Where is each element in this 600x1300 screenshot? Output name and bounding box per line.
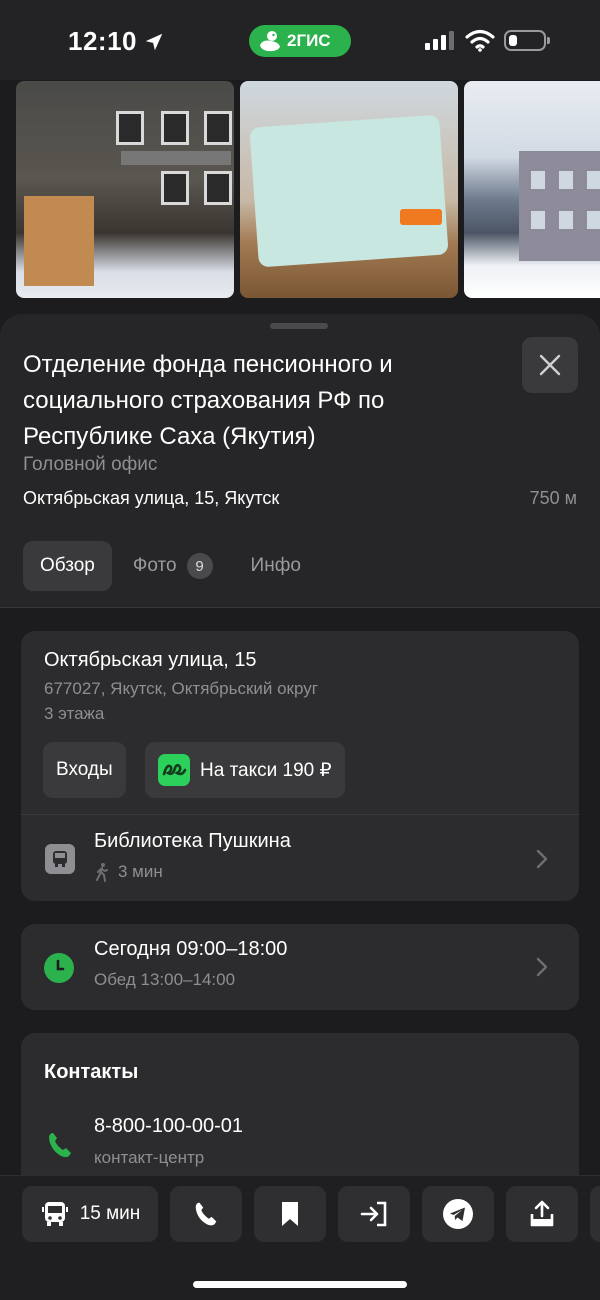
place-title: Отделение фонда пенсионного и социальног… bbox=[23, 351, 393, 450]
bookmark-icon bbox=[282, 1202, 298, 1226]
street-address: Октябрьская улица, 15 bbox=[44, 649, 257, 671]
phone-note: контакт-центр bbox=[94, 1148, 204, 1168]
sheet-grabber[interactable] bbox=[270, 323, 328, 329]
hours-today: Сегодня 09:00–18:00 bbox=[94, 938, 288, 960]
photo-building-entrance[interactable] bbox=[16, 81, 234, 298]
call-button[interactable] bbox=[170, 1186, 242, 1242]
app-badge-2gis[interactable]: 2ГИС bbox=[249, 25, 351, 57]
enter-icon bbox=[360, 1201, 387, 1227]
photo-product-package[interactable] bbox=[240, 81, 458, 298]
entrance-button[interactable] bbox=[338, 1186, 410, 1242]
bookmark-button[interactable] bbox=[254, 1186, 326, 1242]
bus-stop-icon bbox=[45, 844, 75, 874]
status-bar: 12:10 2ГИС bbox=[0, 0, 600, 80]
cellular-signal-icon bbox=[425, 30, 454, 50]
close-button[interactable] bbox=[522, 337, 578, 393]
taxi-button[interactable]: На такси 190 ₽ bbox=[145, 742, 345, 798]
clock-icon bbox=[44, 953, 74, 983]
photo-count-badge: 9 bbox=[186, 553, 213, 579]
route-button[interactable]: 15 мин bbox=[22, 1186, 158, 1242]
place-sheet: Отделение фонда пенсионного и социальног… bbox=[0, 314, 600, 1300]
lunch-break: Обед 13:00–14:00 bbox=[94, 970, 235, 990]
phone-icon bbox=[49, 1133, 71, 1158]
tab-photos-label: Фото bbox=[132, 555, 177, 576]
entrances-button[interactable]: Входы bbox=[43, 742, 126, 798]
chevron-right-icon bbox=[536, 957, 548, 977]
home-indicator[interactable] bbox=[193, 1281, 407, 1288]
floors-count: 3 этажа bbox=[44, 704, 105, 723]
time-text: 12:10 bbox=[68, 26, 137, 56]
place-subtitle: Головной офис bbox=[23, 454, 158, 475]
stop-name: Библиотека Пушкина bbox=[94, 830, 291, 852]
place-distance: 750 м bbox=[529, 488, 577, 508]
walk-time-text: 3 мин bbox=[118, 862, 163, 881]
photo-strip[interactable] bbox=[16, 81, 600, 298]
close-icon bbox=[539, 354, 561, 376]
tab-info-label: Инфо bbox=[250, 555, 301, 576]
card-divider bbox=[21, 814, 579, 815]
location-arrow-icon bbox=[145, 33, 163, 50]
tab-photos[interactable]: Фото 9 bbox=[116, 541, 230, 591]
taxi-logo-icon bbox=[158, 754, 190, 786]
share-icon bbox=[530, 1200, 554, 1227]
taxi-label: На такси 190 ₽ bbox=[200, 759, 332, 781]
tab-overview[interactable]: Обзор bbox=[23, 541, 112, 591]
stop-walk-time: 3 мин bbox=[94, 862, 163, 882]
tab-overview-label: Обзор bbox=[40, 555, 95, 576]
postal-address: 677027, Якутск, Октябрьский округ bbox=[44, 679, 318, 698]
entrances-label: Входы bbox=[56, 759, 113, 780]
lunch-text: Обед 13:00–14:00 bbox=[94, 970, 236, 989]
tab-info[interactable]: Инфо bbox=[234, 541, 318, 591]
opening-hours-card[interactable]: Сегодня 09:00–18:00 Обед 13:00–14:00 bbox=[21, 924, 579, 1010]
route-time-label: 15 мин bbox=[79, 1203, 141, 1224]
wifi-icon bbox=[465, 29, 495, 52]
clock-time: 12:10 bbox=[68, 26, 165, 57]
phone-number: 8-800-100-00-01 bbox=[94, 1115, 243, 1137]
walk-icon bbox=[96, 863, 108, 882]
more-button[interactable] bbox=[590, 1186, 600, 1242]
share-button[interactable] bbox=[506, 1186, 578, 1242]
photo-building-winter[interactable] bbox=[464, 81, 600, 298]
app-badge-label: 2ГИС bbox=[287, 31, 331, 50]
chevron-right-icon bbox=[536, 849, 548, 869]
contacts-title: Контакты bbox=[44, 1061, 139, 1083]
place-address: Октябрьская улица, 15, Якутск bbox=[23, 488, 280, 508]
address-card: Октябрьская улица, 15 677027, Якутск, Ок… bbox=[21, 631, 579, 901]
telegram-button[interactable] bbox=[422, 1186, 494, 1242]
tab-bar: Обзор Фото 9 Инфо bbox=[23, 541, 318, 591]
bus-icon bbox=[41, 1202, 68, 1226]
battery-icon bbox=[504, 30, 550, 51]
telegram-icon bbox=[443, 1199, 473, 1229]
phone-icon bbox=[195, 1202, 217, 1226]
phone-note-text: контакт-центр bbox=[94, 1148, 205, 1167]
duck-logo-icon bbox=[260, 31, 280, 52]
